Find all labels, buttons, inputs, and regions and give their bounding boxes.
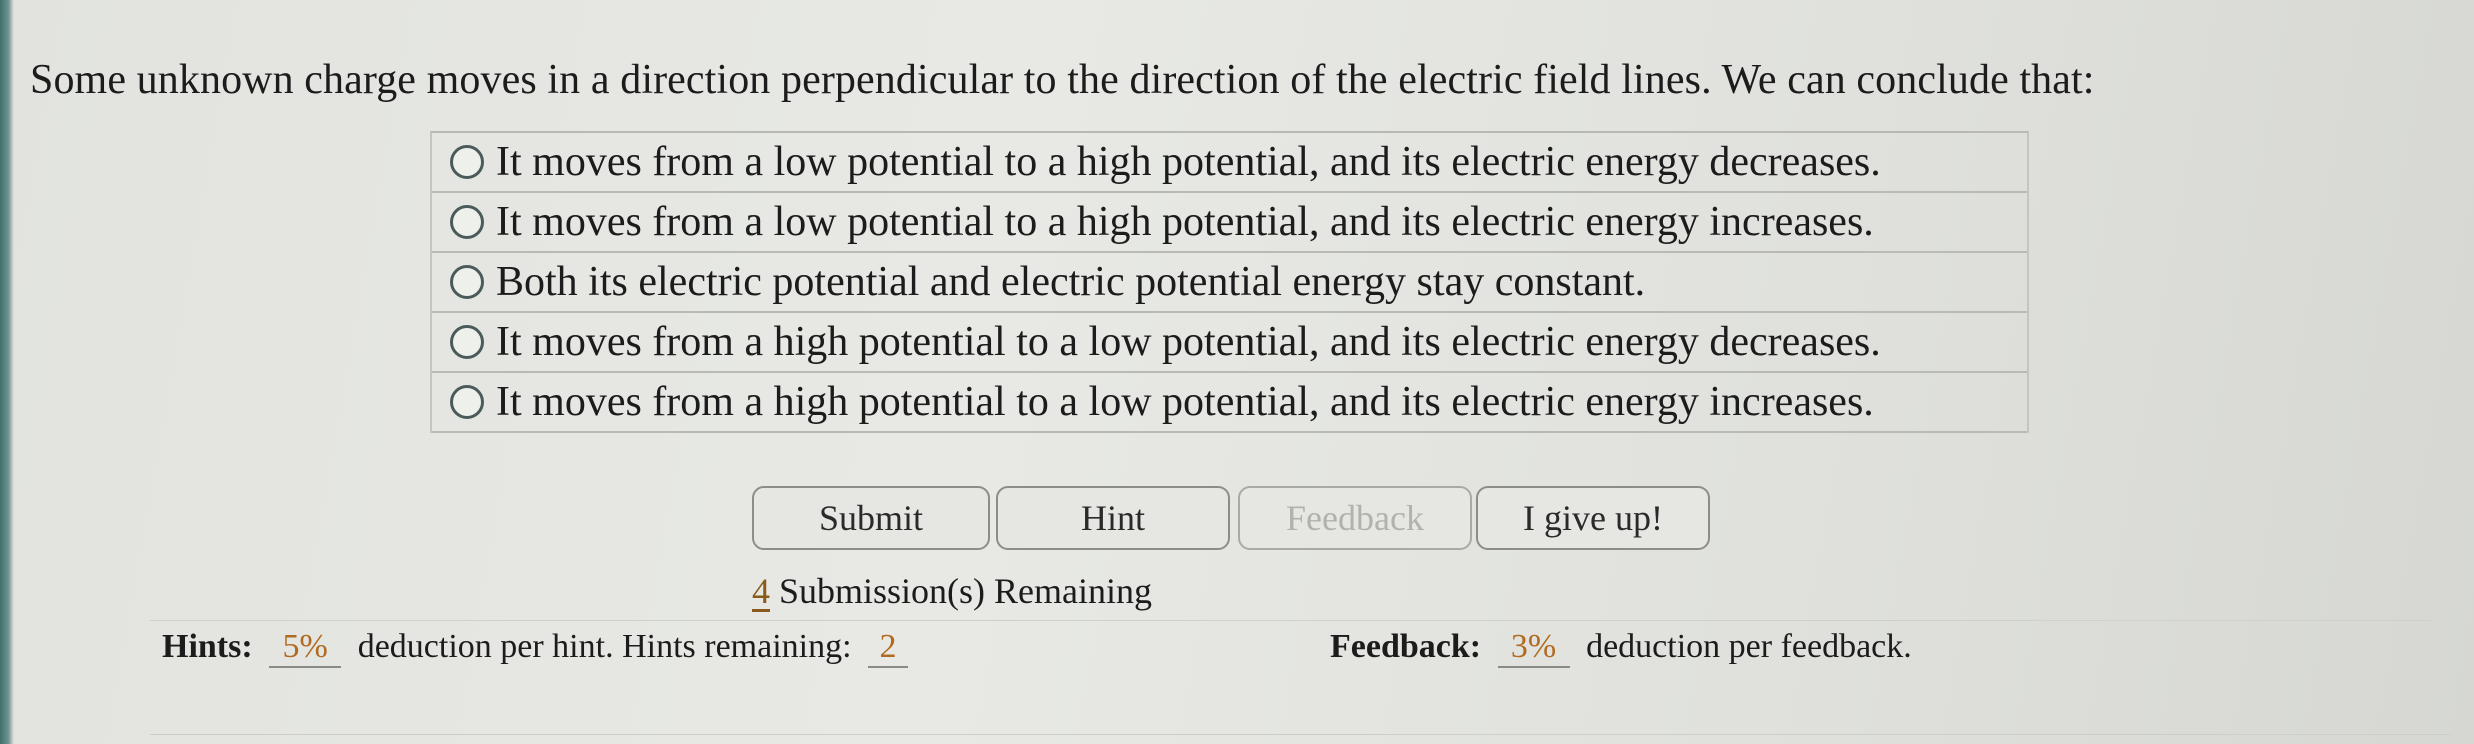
submissions-remaining: 4 Submission(s) Remaining [752,570,1152,612]
option-label: It moves from a high potential to a low … [496,319,1881,365]
answer-option[interactable]: It moves from a low potential to a high … [432,193,2027,253]
radio-button[interactable] [450,265,484,299]
hints-label: Hints: [162,628,253,665]
radio-button[interactable] [450,385,484,419]
answer-option[interactable]: Both its electric potential and electric… [432,253,2027,313]
hint-button[interactable]: Hint [996,486,1230,550]
answer-options: It moves from a low potential to a high … [430,131,2029,433]
window-edge [0,0,14,744]
radio-button[interactable] [450,325,484,359]
submissions-count: 4 [752,571,770,611]
feedback-deduction-value: 3% [1497,628,1570,668]
divider [150,734,2450,735]
feedback-button[interactable]: Feedback [1238,486,1472,550]
divider [150,620,2430,621]
hint-deduction-text: deduction per hint. Hints remaining: [357,628,852,665]
option-label: It moves from a low potential to a high … [496,139,1881,185]
answer-option[interactable]: It moves from a high potential to a low … [432,313,2027,373]
give-up-button[interactable]: I give up! [1476,486,1710,550]
feedback-deduction-text: deduction per feedback. [1586,628,1912,665]
answer-option[interactable]: It moves from a high potential to a low … [432,373,2027,433]
radio-button[interactable] [450,145,484,179]
hint-deduction-value: 5% [269,628,342,668]
feedback-info: Feedback: 3% deduction per feedback. [1330,628,1912,668]
radio-button[interactable] [450,205,484,239]
feedback-label: Feedback: [1330,628,1482,665]
submissions-label: Submission(s) Remaining [779,571,1153,611]
answer-option[interactable]: It moves from a low potential to a high … [432,133,2027,193]
option-label: Both its electric potential and electric… [496,259,1646,305]
hints-remaining-value: 2 [868,628,909,668]
hints-info: Hints: 5% deduction per hint. Hints rema… [162,628,916,668]
question-prompt: Some unknown charge moves in a direction… [30,57,2095,103]
submit-button[interactable]: Submit [752,486,990,550]
option-label: It moves from a high potential to a low … [496,379,1874,425]
option-label: It moves from a low potential to a high … [496,199,1874,245]
